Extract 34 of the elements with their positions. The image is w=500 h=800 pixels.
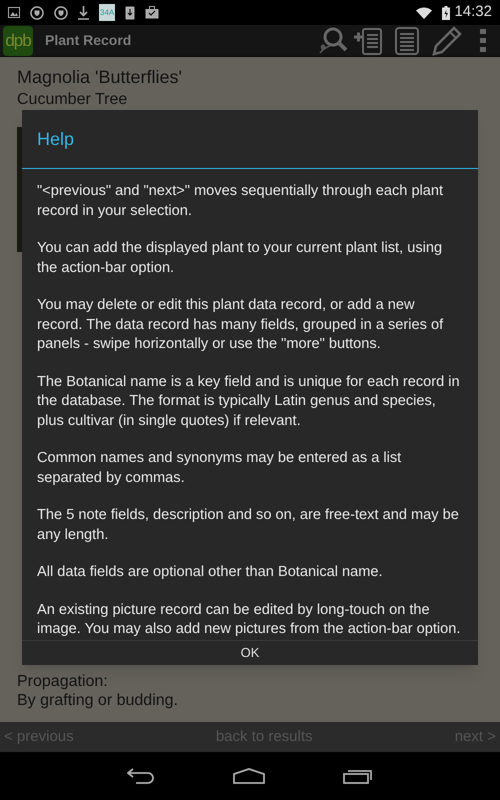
picture-icon [8,7,20,18]
ok-button[interactable]: OK [22,640,478,665]
back-icon[interactable] [127,768,155,784]
dialog-title: Help [36,128,76,151]
pencil-icon[interactable] [432,26,462,56]
help-paragraph: All data fields are optional other than Botanical name. [37,563,384,582]
battery-icon [442,6,450,20]
botanical-name: Magnolia 'Butterflies' [17,66,183,89]
help-paragraph: You may delete or edit this plant data record, or add a new record. The data record has many fields, grouped in a series of panels - swipe horizontally or use the "more" buttons. [37,296,444,354]
app-logo[interactable]: dpb [3,26,33,56]
recent-apps-icon[interactable] [343,768,373,784]
phone-download-icon [125,6,136,20]
list-icon[interactable] [395,26,419,56]
propagation-value: By grafting or budding. [17,691,179,710]
help-paragraph: The 5 note fields, description and so on, are free-text and may be any length. [37,506,460,545]
help-paragraph: Common names and synonyms may be entered as a list separated by commas. [37,449,402,488]
briefcase-icon [145,6,160,19]
wifi-icon [416,6,432,18]
propagation-label: Propagation: [17,672,109,691]
screen-title: Plant Record [45,31,132,50]
add-list-icon[interactable] [353,26,383,56]
help-paragraph: The Botanical name is a key field and is unique for each record in the database. The format is typically Latin genus and species, plus cultivar (in single quotes) if relevant. [37,372,461,431]
common-name: Cucumber Tree [17,90,128,110]
shield-icon [54,6,68,20]
overflow-menu-icon[interactable] [480,28,486,52]
help-paragraph: You can add the displayed plant to your current plant list, using the action-bar option. [37,239,444,278]
help-paragraph: An existing picture record can be edited by long-touch on the image. You may also add new pictures from the action-bar option. [37,600,462,640]
help-paragraph: "<previous" and "next>" moves sequentially through each plant record in your selection. [37,182,444,221]
search-icon[interactable] [317,26,349,56]
clock-time: 14:32 [454,2,492,22]
shield-icon [30,6,44,20]
home-icon[interactable] [233,768,265,784]
download-icon [78,6,89,20]
notification-badge: 34A [99,4,116,21]
